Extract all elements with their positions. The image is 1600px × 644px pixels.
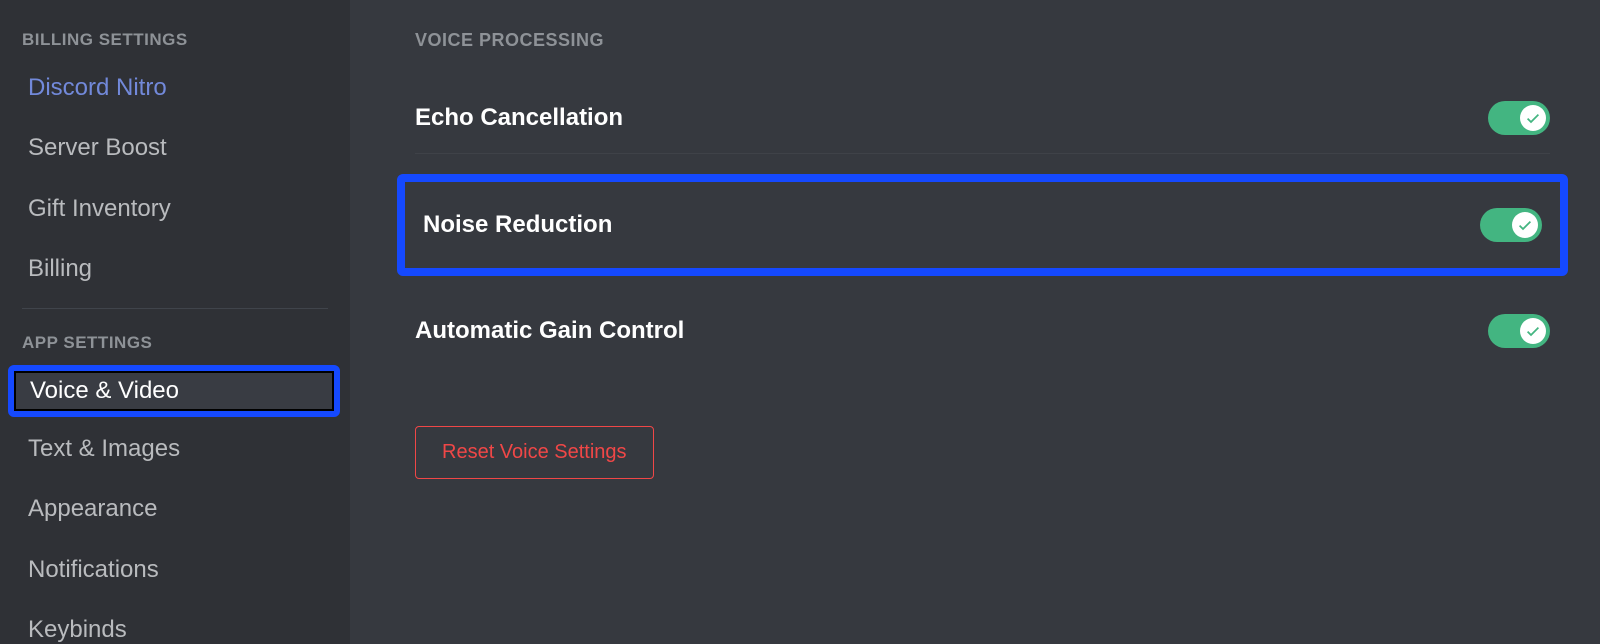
- setting-label-noise-reduction: Noise Reduction: [423, 211, 612, 239]
- sidebar-item-gift-inventory[interactable]: Gift Inventory: [6, 183, 344, 237]
- sidebar-item-server-boost[interactable]: Server Boost: [6, 122, 344, 176]
- sidebar-item-notifications[interactable]: Notifications: [6, 544, 344, 598]
- highlight-noise-reduction: Noise Reduction: [397, 174, 1568, 276]
- sidebar-item-appearance[interactable]: Appearance: [6, 483, 344, 537]
- sidebar-item-voice-video[interactable]: Voice & Video: [8, 365, 340, 417]
- app-root: BILLING SETTINGS Discord Nitro Server Bo…: [0, 0, 1600, 644]
- check-icon: [1512, 212, 1538, 238]
- settings-sidebar: BILLING SETTINGS Discord Nitro Server Bo…: [0, 0, 350, 644]
- voice-processing-header: VOICE PROCESSING: [415, 30, 1550, 51]
- sidebar-item-keybinds[interactable]: Keybinds: [6, 604, 344, 644]
- sidebar-item-discord-nitro[interactable]: Discord Nitro: [6, 62, 344, 116]
- sidebar-divider: [22, 308, 328, 309]
- setting-label-echo-cancellation: Echo Cancellation: [415, 104, 623, 132]
- toggle-echo-cancellation[interactable]: [1488, 101, 1550, 135]
- sidebar-section-app: APP SETTINGS: [0, 323, 350, 365]
- reset-voice-settings-button[interactable]: Reset Voice Settings: [415, 426, 654, 479]
- setting-label-automatic-gain-control: Automatic Gain Control: [415, 317, 684, 345]
- settings-content: VOICE PROCESSING Echo Cancellation Noise…: [350, 0, 1600, 644]
- setting-row-automatic-gain-control: Automatic Gain Control: [415, 296, 1550, 366]
- sidebar-section-billing: BILLING SETTINGS: [0, 20, 350, 62]
- sidebar-item-text-images[interactable]: Text & Images: [6, 423, 344, 477]
- sidebar-item-billing[interactable]: Billing: [6, 243, 344, 297]
- setting-row-noise-reduction: Noise Reduction: [417, 182, 1548, 268]
- check-icon: [1520, 318, 1546, 344]
- toggle-automatic-gain-control[interactable]: [1488, 314, 1550, 348]
- setting-row-echo-cancellation: Echo Cancellation: [415, 83, 1550, 154]
- check-icon: [1520, 105, 1546, 131]
- toggle-noise-reduction[interactable]: [1480, 208, 1542, 242]
